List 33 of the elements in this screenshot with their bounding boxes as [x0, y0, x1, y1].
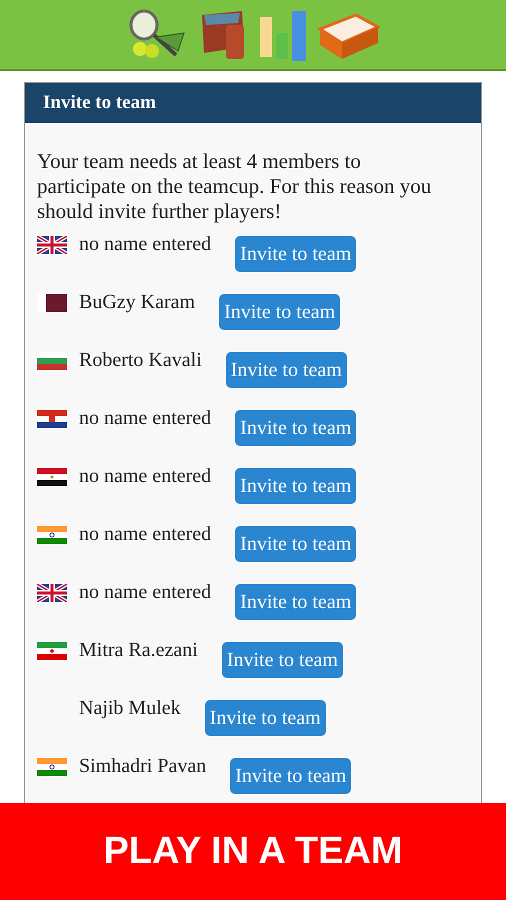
flag-icon	[37, 410, 67, 428]
intro-text: Your team needs at least 4 members to participate on the teamcup. For this reason you should invite further players!	[36, 148, 432, 224]
player-name: BuGzy Karam	[79, 290, 196, 314]
player-name: Roberto Kavali	[79, 348, 202, 372]
player-name: Simhadri Pavan	[79, 754, 206, 778]
player-name: no name entered	[79, 406, 212, 430]
invite-button[interactable]: Invite to team	[219, 294, 340, 330]
player-name: Najib Mulek	[79, 696, 181, 720]
invite-button[interactable]: Invite to team	[235, 526, 356, 562]
flag-icon	[37, 758, 67, 776]
panel-title: Invite to team	[43, 90, 156, 115]
player-name: Mitra Ra.ezani	[79, 638, 198, 662]
flag-icon	[37, 294, 67, 312]
invite-button[interactable]: Invite to team	[235, 236, 356, 272]
invite-button[interactable]: Invite to team	[230, 758, 352, 794]
banner-text: PLAY IN A TEAM	[103, 829, 403, 874]
flag-icon	[37, 642, 67, 660]
invite-button[interactable]: Invite to team	[235, 584, 356, 620]
flag-icon	[37, 236, 67, 254]
flag-icon	[37, 468, 67, 486]
flag-icon	[37, 352, 67, 370]
flag-icon	[37, 526, 67, 544]
invite-button[interactable]: Invite to team	[235, 468, 356, 504]
flag-icon	[37, 584, 67, 602]
player-name: no name entered	[79, 232, 212, 256]
banner[interactable]: PLAY IN A TEAM	[0, 803, 506, 900]
invite-button[interactable]: Invite to team	[226, 352, 347, 388]
invite-button[interactable]: Invite to team	[222, 642, 343, 678]
player-name: no name entered	[79, 580, 212, 604]
player-name: no name entered	[79, 522, 212, 546]
invite-button[interactable]: Invite to team	[204, 700, 326, 736]
invite-button[interactable]: Invite to team	[235, 410, 356, 446]
player-name: no name entered	[79, 464, 212, 488]
